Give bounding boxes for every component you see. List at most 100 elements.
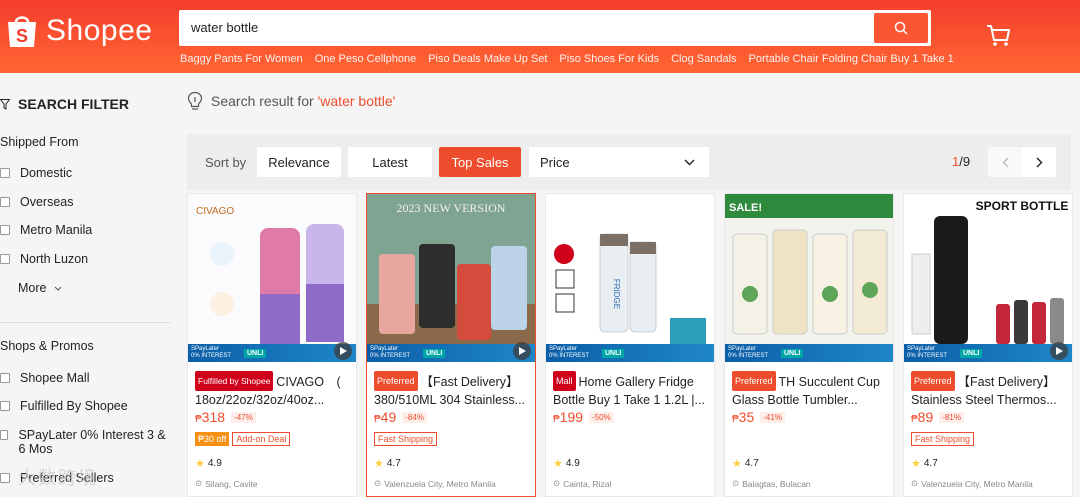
discount-badge: -84% <box>402 411 427 423</box>
product-rating: ★ 4.9 <box>553 458 580 470</box>
checkbox[interactable] <box>0 430 9 440</box>
filter-checkbox-spaylater[interactable]: SPayLater 0% Interest 3 & 6 Mos <box>0 428 168 456</box>
product-title: Preferred 【Fast Delivery】Stainless Steel … <box>911 371 1069 407</box>
product-location: ⊙ Valenzuela City, Metro Manila <box>374 478 496 489</box>
promo-banner: SPayLater 0% INTEREST UNLI <box>725 344 893 362</box>
product-image[interactable]: SALE! SPayLater 0% INTEREST UNLI <box>725 194 893 362</box>
search-query: 'water bottle' <box>317 93 396 109</box>
watermark: 大数跨境 <box>18 468 98 488</box>
filter-checkbox-north-luzon[interactable]: North Luzon <box>0 252 88 266</box>
product-price: ₱35 -41% <box>732 409 785 425</box>
product-title: Preferred 【Fast Delivery】380/510ML 304 St… <box>374 371 532 407</box>
star-icon: ★ <box>911 458 921 470</box>
chevron-right-icon <box>1036 157 1042 167</box>
search-button[interactable] <box>874 13 928 43</box>
product-card[interactable]: FRIDGE SPayLater 0% INTEREST UNLI Mall Hom… <box>545 193 715 497</box>
checkbox[interactable] <box>0 168 10 178</box>
product-image[interactable]: CIVAGO SPayLater 0% INTEREST UNLI <box>188 194 356 362</box>
product-price: ₱89 -81% <box>911 409 964 425</box>
promo-banner: SPayLater 0% INTEREST UNLI <box>188 344 356 362</box>
product-card[interactable]: SPORT BOTTLE SPayLater 0% INTEREST UNLI P… <box>903 193 1073 497</box>
suggestion-link[interactable]: One Peso Cellphone <box>315 53 417 65</box>
banner-text: SPORT BOTTLE <box>976 199 1069 213</box>
svg-text:S: S <box>16 26 28 46</box>
star-icon: ★ <box>195 458 205 470</box>
header: S Shopee water bottle Baggy Pants For Wo… <box>0 0 1080 73</box>
filter-checkbox-overseas[interactable]: Overseas <box>0 195 74 209</box>
fast-shipping-badge: Fast Shipping <box>911 432 975 446</box>
filter-checkbox-shopee-mall[interactable]: Shopee Mall <box>0 371 90 385</box>
filter-checkbox-metro-manila[interactable]: Metro Manila <box>0 223 92 237</box>
banner-text: 2023 NEW VERSION <box>397 201 506 215</box>
more-button[interactable]: More <box>18 281 62 295</box>
promo-banner: SPayLater 0% INTEREST UNLI <box>367 344 535 362</box>
divider <box>0 322 170 323</box>
checkbox[interactable] <box>0 373 10 383</box>
product-title: Preferred TH Succulent Cup Glass Bottle T… <box>732 371 890 407</box>
search-input[interactable]: water bottle <box>191 20 258 35</box>
suggestion-link[interactable]: Piso Shoes For Kids <box>559 53 659 65</box>
voucher-badge: ₱30 off <box>195 432 230 446</box>
price-sort-select[interactable]: Price <box>529 147 709 177</box>
suggestion-link[interactable]: Portable Chair Folding Chair Buy 1 Take … <box>749 53 954 65</box>
product-image[interactable]: FRIDGE SPayLater 0% INTEREST UNLI <box>546 194 714 362</box>
location-pin-icon: ⊙ <box>911 478 919 488</box>
search-suggestions: Baggy Pants For Women One Peso Cellphone… <box>180 53 954 65</box>
sort-top-sales-button[interactable]: Top Sales <box>439 147 521 177</box>
product-location: ⊙ Cainta, Rizal <box>553 478 612 489</box>
suggestion-link[interactable]: Clog Sandals <box>671 53 736 65</box>
fulfilled-by-shopee-badge: Fulfilled by Shopee <box>195 371 274 391</box>
sort-by-label: Sort by <box>205 155 247 170</box>
sort-bar: Sort by Relevance Latest Top Sales Price… <box>187 134 1071 190</box>
filter-checkbox-fulfilled[interactable]: Fulfilled By Shopee <box>0 399 128 413</box>
cart-icon[interactable] <box>985 22 1011 53</box>
promo-banner: SPayLater 0% INTEREST UNLI <box>904 344 1072 362</box>
checkbox[interactable] <box>0 197 10 207</box>
shopee-logo[interactable]: S Shopee <box>6 13 152 49</box>
sort-latest-button[interactable]: Latest <box>348 147 432 177</box>
filter-sidebar: SEARCH FILTER Shipped From Domestic Over… <box>0 73 170 497</box>
product-location: ⊙ Valenzuela City, Metro Manila <box>911 478 1033 489</box>
discount-badge: -50% <box>589 411 614 423</box>
location-pin-icon: ⊙ <box>195 478 203 488</box>
page-indicator: 1/9 <box>952 154 971 169</box>
product-card[interactable]: SALE! SPayLater 0% INTEREST UNLI Preferre… <box>724 193 894 497</box>
product-image[interactable]: SPORT BOTTLE SPayLater 0% INTEREST UNLI <box>904 194 1072 362</box>
lightbulb-icon <box>187 91 203 110</box>
sale-label: SALE! <box>729 202 762 214</box>
sort-relevance-button[interactable]: Relevance <box>257 147 341 177</box>
location-pin-icon: ⊙ <box>374 478 382 488</box>
product-rating: ★ 4.7 <box>732 458 759 470</box>
promo-badges: Fast Shipping <box>374 432 438 446</box>
star-icon: ★ <box>553 458 563 470</box>
play-video-icon[interactable] <box>334 342 352 360</box>
product-price: ₱318 -47% <box>195 409 256 425</box>
product-card[interactable]: CIVAGO SPayLater 0% INTEREST UNLI Fulfill… <box>187 193 357 497</box>
star-icon: ★ <box>374 458 384 470</box>
product-card[interactable]: 2023 NEW VERSION SPayLater 0% INTEREST UN… <box>366 193 536 497</box>
chevron-down-icon <box>684 159 695 165</box>
suggestion-link[interactable]: Piso Deals Make Up Set <box>428 53 547 65</box>
play-video-icon[interactable] <box>513 342 531 360</box>
location-pin-icon: ⊙ <box>732 478 740 488</box>
product-rating: ★ 4.7 <box>374 458 401 470</box>
product-image[interactable]: 2023 NEW VERSION SPayLater 0% INTEREST UN… <box>367 194 535 362</box>
checkbox[interactable] <box>0 254 10 264</box>
shipped-from-title: Shipped From <box>0 135 79 149</box>
search-filter-title: SEARCH FILTER <box>0 96 129 112</box>
next-page-button[interactable] <box>1022 147 1056 177</box>
checkbox[interactable] <box>0 225 10 235</box>
add-on-deal-badge: Add-on Deal <box>232 432 291 446</box>
location-pin-icon: ⊙ <box>553 478 561 488</box>
checkbox[interactable] <box>0 401 10 411</box>
prev-page-button[interactable] <box>988 147 1022 177</box>
suggestion-link[interactable]: Baggy Pants For Women <box>180 53 303 65</box>
discount-badge: -47% <box>231 411 256 423</box>
product-location: ⊙ Silang, Cavite <box>195 478 258 489</box>
filter-checkbox-domestic[interactable]: Domestic <box>0 166 72 180</box>
play-video-icon[interactable] <box>1050 342 1068 360</box>
search-bar[interactable]: water bottle <box>179 10 931 46</box>
shops-promos-title: Shops & Promos <box>0 339 94 353</box>
checkbox[interactable] <box>0 473 10 483</box>
preferred-badge: Preferred <box>374 371 418 391</box>
